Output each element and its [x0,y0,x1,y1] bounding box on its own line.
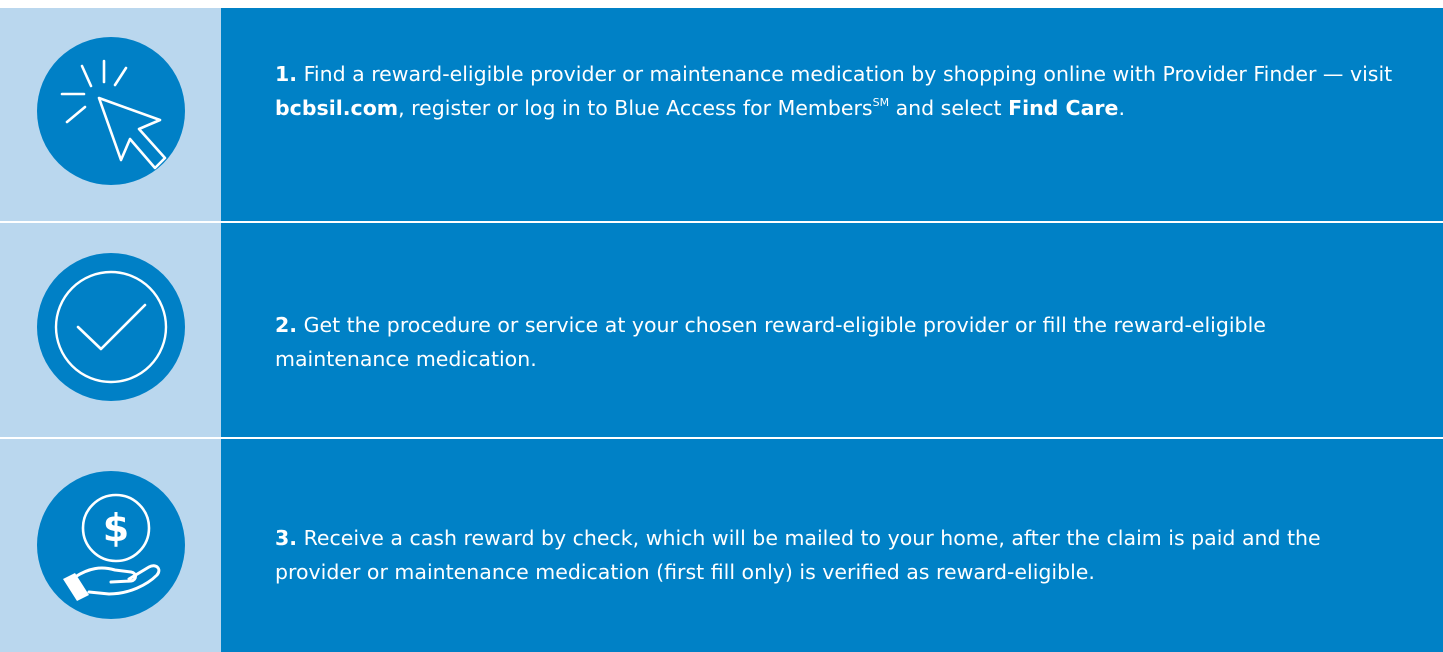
step-3-icon-column: $ [0,439,221,652]
dollar-sign: $ [103,506,129,550]
steps-list: 1. Find a reward-eligible provider or ma… [0,8,1443,652]
step-2: 2. Get the procedure or service at your … [0,223,1443,437]
step-2-text: Get the procedure or service at your cho… [275,313,1266,371]
service-mark: SM [872,96,890,109]
step-3-description: 3. Receive a cash reward by check, which… [275,521,1395,589]
step-1-number: 1. [275,62,298,86]
step-1-text-a: Find a reward-eligible provider or maint… [303,62,1393,86]
step-3-text: Receive a cash reward by check, which wi… [275,526,1321,584]
step-3: $ 3. Receive a cash reward by check, whi… [0,439,1443,652]
step-2-panel: 2. Get the procedure or service at your … [221,223,1443,437]
cursor-click-icon [37,37,185,185]
step-2-description: 2. Get the procedure or service at your … [275,308,1395,376]
checkmark-icon [37,253,185,401]
step-2-icon-column [0,223,221,437]
step-3-panel: 3. Receive a cash reward by check, which… [221,439,1443,652]
step-1-icon-column [0,8,221,221]
cursor-click-icon-graphic [60,59,167,170]
step-1-panel: 1. Find a reward-eligible provider or ma… [221,8,1443,221]
step-1-description: 1. Find a reward-eligible provider or ma… [275,57,1395,125]
step-1-website-link[interactable]: bcbsil.com [275,96,398,120]
step-1-text-b: , register or log in to Blue Access for … [398,96,873,120]
cash-in-hand-icon-graphic: $ [63,493,161,601]
step-2-number: 2. [275,313,298,337]
cash-in-hand-icon: $ [37,471,185,619]
step-1-text-d: . [1118,96,1125,120]
step-1-text-c: and select [889,96,1009,120]
checkmark-icon-graphic [54,270,168,384]
step-1-find-care: Find Care [1008,96,1119,120]
step-1: 1. Find a reward-eligible provider or ma… [0,8,1443,221]
step-3-number: 3. [275,526,298,550]
